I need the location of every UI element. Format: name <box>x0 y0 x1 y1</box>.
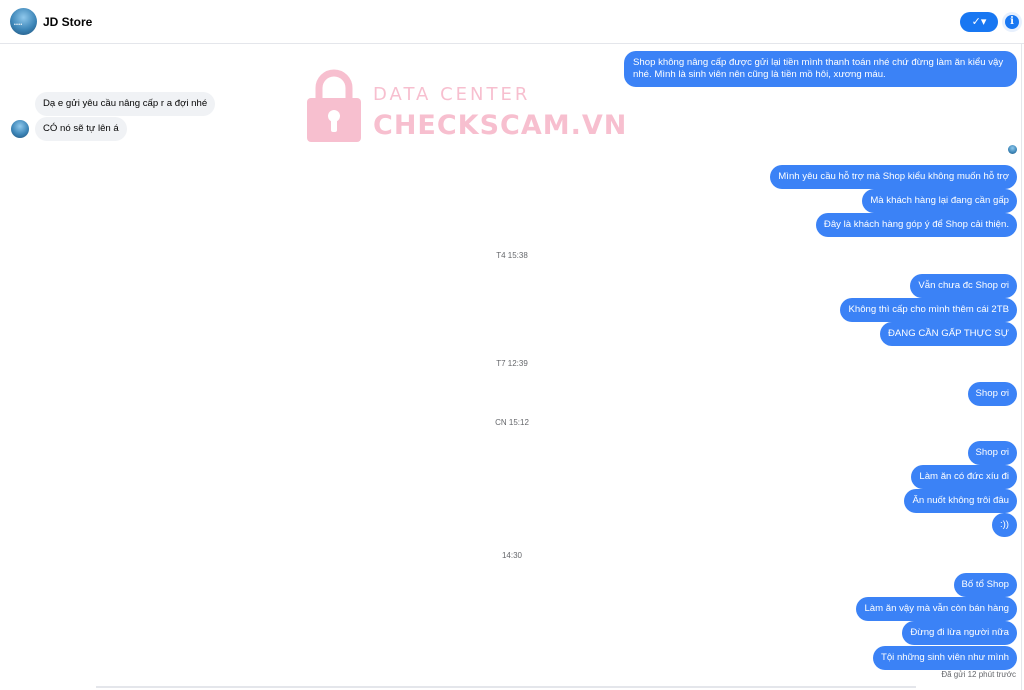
watermark: DATA CENTER CHECKSCAM.VN <box>305 66 645 146</box>
outgoing-message[interactable]: Shop ơi <box>967 441 1017 465</box>
conversation-title[interactable]: JD Store <box>43 15 92 29</box>
outgoing-message[interactable]: Ăn nuốt không trôi đâu <box>904 489 1017 513</box>
outgoing-message[interactable]: Mà khách hàng lại đang cần gấp <box>862 189 1017 213</box>
sent-status: Đã gửi 12 phút trước <box>941 670 1016 679</box>
outgoing-message[interactable]: Vẫn chưa đc Shop ơi <box>910 274 1017 298</box>
outgoing-message[interactable]: Làm ăn có đức xíu đi <box>911 465 1017 489</box>
outgoing-message[interactable]: Đừng đi lừa người nữa <box>902 621 1017 645</box>
timestamp: T4 15:38 <box>496 251 528 260</box>
incoming-message[interactable]: Dạ e gửi yêu cầu nâng cấp r a đợi nhé <box>35 92 216 116</box>
outgoing-message[interactable]: :)) <box>991 513 1017 537</box>
outgoing-message[interactable]: Shop không nâng cấp được gửi lại tiền mì… <box>624 51 1017 87</box>
message-line: Shop không nâng cấp được gửi lại tiền mì… <box>633 57 1004 68</box>
outgoing-message[interactable]: Shop ơi <box>967 382 1017 406</box>
mark-done-button[interactable]: ✓▾ <box>960 12 998 32</box>
incoming-message[interactable]: CÓ nó sẽ tự lên á <box>35 117 127 141</box>
composer-divider <box>96 686 916 688</box>
outgoing-message[interactable]: Không thì cấp cho mình thêm cái 2TB <box>840 298 1017 322</box>
watermark-line2: CHECKSCAM.VN <box>373 110 628 141</box>
sender-avatar <box>11 120 29 138</box>
conversation-header: JD Store ✓▾ i <box>0 0 1024 44</box>
timestamp: T7 12:39 <box>496 359 528 368</box>
lock-icon <box>307 69 361 142</box>
outgoing-message[interactable]: Bố tổ Shop <box>953 573 1017 597</box>
outgoing-message[interactable]: Mình yêu cầu hỗ trợ mà Shop kiểu không m… <box>770 165 1017 189</box>
seen-indicator <box>1008 145 1017 154</box>
message-line: nhé. Mình là sinh viên nên cũng là tiền … <box>633 69 886 80</box>
outgoing-message[interactable]: Tội những sinh viên như mình <box>872 646 1017 670</box>
info-icon: i <box>1005 15 1019 29</box>
timestamp: CN 15:12 <box>495 418 529 427</box>
watermark-line1: DATA CENTER <box>373 84 531 105</box>
store-avatar[interactable] <box>10 8 37 35</box>
outgoing-message[interactable]: Làm ăn vậy mà vẫn còn bán hàng <box>856 597 1017 621</box>
outgoing-message[interactable]: ĐANG CẦN GẤP THỰC SỰ <box>879 322 1017 346</box>
timestamp: 14:30 <box>501 551 523 560</box>
info-button[interactable]: i <box>1002 12 1022 32</box>
outgoing-message[interactable]: Đây là khách hàng góp ý để Shop cải thiệ… <box>815 213 1017 237</box>
